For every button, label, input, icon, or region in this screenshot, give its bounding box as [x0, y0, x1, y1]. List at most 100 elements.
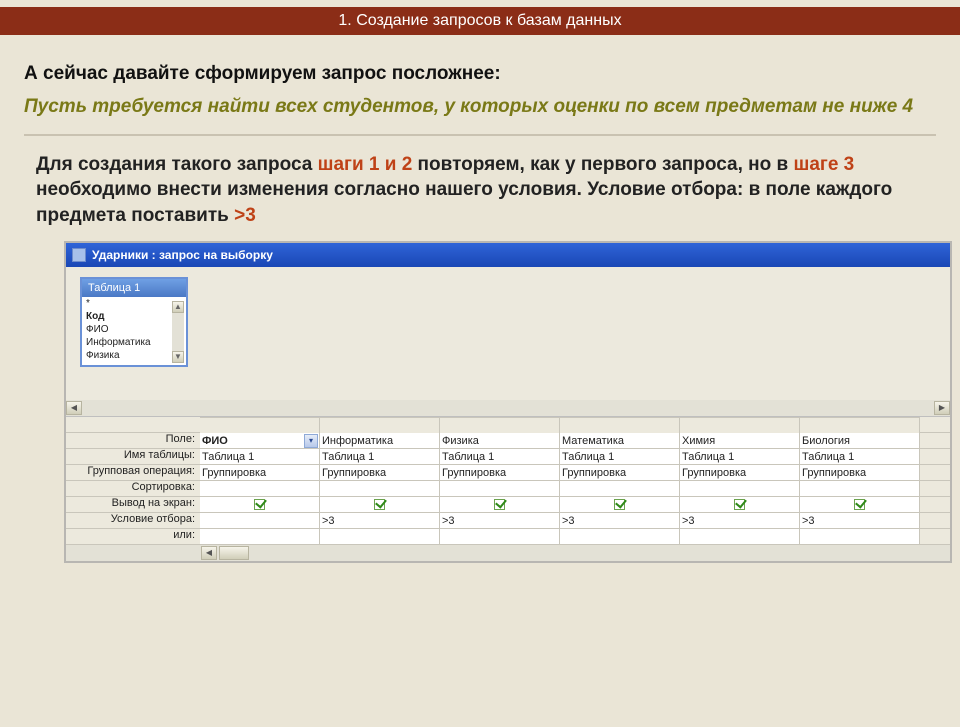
instruction-text: Для создания такого запроса шаги 1 и 2 п… — [36, 152, 924, 229]
show-cell-2[interactable] — [440, 497, 560, 512]
table-cell-1[interactable]: Таблица 1 — [320, 449, 440, 464]
group-cell-2[interactable]: Группировка — [440, 465, 560, 480]
checkbox-show-0[interactable] — [254, 499, 265, 510]
cond-cell-4[interactable]: >3 — [680, 513, 800, 528]
checkbox-show-3[interactable] — [614, 499, 625, 510]
table-box-title: Таблица 1 — [82, 279, 186, 297]
grid-scroll-thumb[interactable] — [219, 546, 249, 560]
instr-part-2: повторяем, как у первого запроса, но в — [412, 154, 793, 175]
table-cell-4[interactable]: Таблица 1 — [680, 449, 800, 464]
row-label-sort: Сортировка: — [66, 481, 200, 496]
instr-hl-step3: шаге 3 — [794, 154, 855, 175]
group-cell-3[interactable]: Группировка — [560, 465, 680, 480]
group-cell-1[interactable]: Группировка — [320, 465, 440, 480]
field-row-fizika[interactable]: Физика — [82, 349, 186, 362]
col-select-2[interactable] — [440, 417, 560, 433]
table-cell-2[interactable]: Таблица 1 — [440, 449, 560, 464]
row-group: Групповая операция: Группировка Группиро… — [66, 465, 950, 481]
row-show: Вывод на экран: — [66, 497, 950, 513]
or-cell-2[interactable] — [440, 529, 560, 544]
field-cell-4[interactable]: Химия — [680, 433, 800, 448]
row-table: Имя таблицы: Таблица 1 Таблица 1 Таблица… — [66, 449, 950, 465]
listbox-scrollbar[interactable]: ▲ ▼ — [172, 301, 184, 363]
row-label-or: или: — [66, 529, 200, 544]
or-cell-5[interactable] — [800, 529, 920, 544]
group-cell-0[interactable]: Группировка — [200, 465, 320, 480]
show-cell-5[interactable] — [800, 497, 920, 512]
row-sort: Сортировка: — [66, 481, 950, 497]
grid-scroll-left-icon[interactable]: ◀ — [201, 546, 217, 560]
table-field-list[interactable]: * Код ФИО Информатика Физика — [82, 297, 186, 365]
cond-cell-1[interactable]: >3 — [320, 513, 440, 528]
field-row-star[interactable]: * — [82, 297, 186, 310]
divider — [24, 134, 936, 136]
row-label-show: Вывод на экран: — [66, 497, 200, 512]
or-cell-3[interactable] — [560, 529, 680, 544]
hscroll-right-icon[interactable]: ▶ — [934, 401, 950, 415]
scroll-down-icon[interactable]: ▼ — [172, 351, 184, 363]
checkbox-show-1[interactable] — [374, 499, 385, 510]
col-select-1[interactable] — [320, 417, 440, 433]
col-select-4[interactable] — [680, 417, 800, 433]
sort-cell-1[interactable] — [320, 481, 440, 496]
grid-header-blank — [66, 417, 200, 432]
query-design-top-pane: Таблица 1 * Код ФИО Информатика Физика ▲… — [66, 267, 950, 417]
field-cell-1[interactable]: Информатика — [320, 433, 440, 448]
row-label-group: Групповая операция: — [66, 465, 200, 480]
grid-hscroll[interactable]: ◀ — [66, 545, 950, 561]
hscroll-track[interactable] — [82, 401, 934, 415]
field-cell-0[interactable]: ФИО▾ — [200, 433, 320, 448]
col-select-3[interactable] — [560, 417, 680, 433]
checkbox-show-5[interactable] — [854, 499, 865, 510]
row-cond: Условие отбора: >3 >3 >3 >3 >3 — [66, 513, 950, 529]
window-icon — [72, 248, 86, 262]
show-cell-3[interactable] — [560, 497, 680, 512]
cond-cell-2[interactable]: >3 — [440, 513, 560, 528]
table-cell-3[interactable]: Таблица 1 — [560, 449, 680, 464]
sort-cell-2[interactable] — [440, 481, 560, 496]
scroll-up-icon[interactable]: ▲ — [172, 301, 184, 313]
show-cell-0[interactable] — [200, 497, 320, 512]
or-cell-4[interactable] — [680, 529, 800, 544]
window-titlebar: Ударники : запрос на выборку — [66, 243, 950, 267]
sort-cell-0[interactable] — [200, 481, 320, 496]
show-cell-4[interactable] — [680, 497, 800, 512]
sort-cell-4[interactable] — [680, 481, 800, 496]
or-cell-1[interactable] — [320, 529, 440, 544]
group-cell-4[interactable]: Группировка — [680, 465, 800, 480]
slide-header: 1. Создание запросов к базам данных — [0, 7, 960, 35]
field-row-fio[interactable]: ФИО — [82, 323, 186, 336]
col-select-5[interactable] — [800, 417, 920, 433]
instr-part-1: Для создания такого запроса — [36, 154, 318, 175]
dropdown-icon[interactable]: ▾ — [304, 434, 318, 448]
instr-hl-gt3: >3 — [234, 205, 256, 226]
checkbox-show-4[interactable] — [734, 499, 745, 510]
table-cell-0[interactable]: Таблица 1 — [200, 449, 320, 464]
table-cell-5[interactable]: Таблица 1 — [800, 449, 920, 464]
cond-cell-0[interactable] — [200, 513, 320, 528]
row-label-cond: Условие отбора: — [66, 513, 200, 528]
checkbox-show-2[interactable] — [494, 499, 505, 510]
show-cell-1[interactable] — [320, 497, 440, 512]
instr-hl-steps12: шаги 1 и 2 — [318, 154, 413, 175]
cond-cell-5[interactable]: >3 — [800, 513, 920, 528]
hscroll-left-icon[interactable]: ◀ — [66, 401, 82, 415]
table-source-box[interactable]: Таблица 1 * Код ФИО Информатика Физика ▲… — [80, 277, 188, 367]
field-cell-2[interactable]: Физика — [440, 433, 560, 448]
row-label-table: Имя таблицы: — [66, 449, 200, 464]
group-cell-5[interactable]: Группировка — [800, 465, 920, 480]
field-cell-3[interactable]: Математика — [560, 433, 680, 448]
field-cell-5[interactable]: Биология — [800, 433, 920, 448]
top-pane-hscroll[interactable]: ◀ ▶ — [66, 400, 950, 416]
sort-cell-5[interactable] — [800, 481, 920, 496]
cond-cell-3[interactable]: >3 — [560, 513, 680, 528]
window-title-text: Ударники : запрос на выборку — [92, 248, 273, 262]
lead-text: А сейчас давайте сформируем запрос посло… — [24, 63, 936, 85]
row-label-field: Поле: — [66, 433, 200, 448]
or-cell-0[interactable] — [200, 529, 320, 544]
field-row-informatika[interactable]: Информатика — [82, 336, 186, 349]
col-select-0[interactable] — [200, 417, 320, 433]
sort-cell-3[interactable] — [560, 481, 680, 496]
field-row-key[interactable]: Код — [82, 310, 186, 323]
query-design-grid: Поле: ФИО▾ Информатика Физика Математика… — [66, 417, 950, 561]
